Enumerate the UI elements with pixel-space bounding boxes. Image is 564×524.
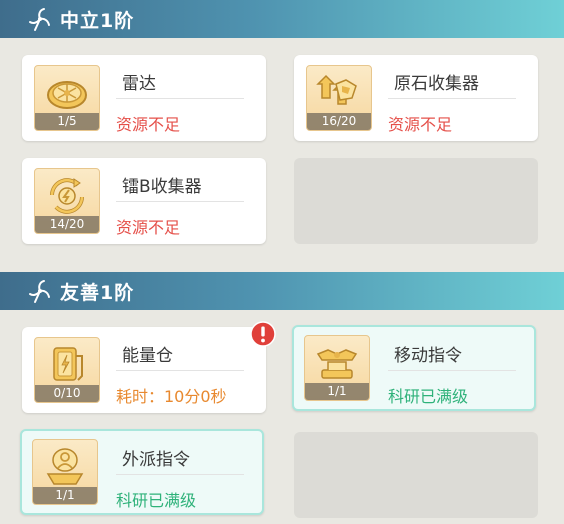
tech-name: 移动指令: [394, 346, 462, 366]
level-count: 1/5: [35, 113, 99, 130]
exclamation-icon[interactable]: [250, 321, 276, 347]
level-count: 1/1: [305, 383, 369, 400]
empty-slot: [294, 432, 538, 518]
radar-icon: [47, 81, 87, 109]
windmill-icon: [26, 277, 54, 305]
section-title: 友善1阶: [60, 281, 135, 304]
section-header-neutral: 中立1阶: [0, 0, 564, 38]
move-command-icon-box: 1/1: [304, 335, 370, 401]
status-text: 耗时：10分0秒: [116, 387, 227, 406]
tech-card-ore-collector[interactable]: 16/20 原石收集器 资源不足: [294, 55, 538, 141]
tech-card-move-command[interactable]: 1/1 移动指令 科研已满级: [292, 325, 536, 411]
status-text: 资源不足: [388, 115, 453, 134]
tech-card-dispatch-command[interactable]: 1/1 外派指令 科研已满级: [20, 429, 264, 515]
status-text: 科研已满级: [116, 491, 197, 510]
tech-name: 雷达: [122, 74, 156, 94]
section-title: 中立1阶: [60, 9, 135, 32]
status-text: 科研已满级: [388, 387, 469, 406]
divider: [116, 474, 244, 475]
divider: [116, 98, 244, 99]
status-text: 资源不足: [116, 115, 181, 134]
windmill-icon: [26, 5, 54, 33]
tech-card-energy-storage[interactable]: 0/10 能量仓 耗时：10分0秒: [22, 321, 276, 413]
dispatch-command-icon-box: 1/1: [32, 439, 98, 505]
divider: [116, 201, 244, 202]
tech-name: 原石收集器: [394, 74, 479, 94]
energy-storage-icon-box: 0/10: [34, 337, 100, 403]
radar-icon-box: 1/5: [34, 65, 100, 131]
level-count: 0/10: [35, 385, 99, 402]
tech-card-radar[interactable]: 1/5 雷达 资源不足: [22, 55, 266, 141]
tech-name: 能量仓: [122, 346, 173, 366]
section-header-friendly: 友善1阶: [0, 272, 564, 310]
divider: [116, 370, 244, 371]
divider: [388, 98, 516, 99]
tech-name: 镭B收集器: [122, 177, 202, 197]
energy-storage-icon: [53, 347, 83, 381]
ore-collector-icon-box: 16/20: [306, 65, 372, 131]
radium-collector-icon-box: 14/20: [34, 168, 100, 234]
radium-collector-icon: [50, 178, 84, 214]
empty-slot: [294, 158, 538, 244]
divider: [388, 370, 516, 371]
level-count: 1/1: [33, 487, 97, 504]
level-count: 14/20: [35, 216, 99, 233]
tech-name: 外派指令: [122, 450, 190, 470]
move-command-icon: [316, 349, 358, 379]
level-count: 16/20: [307, 113, 371, 130]
ore-collector-icon: [316, 74, 357, 105]
tech-card-radium-collector[interactable]: 14/20 镭B收集器 资源不足: [22, 158, 266, 244]
dispatch-command-icon: [46, 448, 84, 485]
status-text: 资源不足: [116, 218, 181, 237]
